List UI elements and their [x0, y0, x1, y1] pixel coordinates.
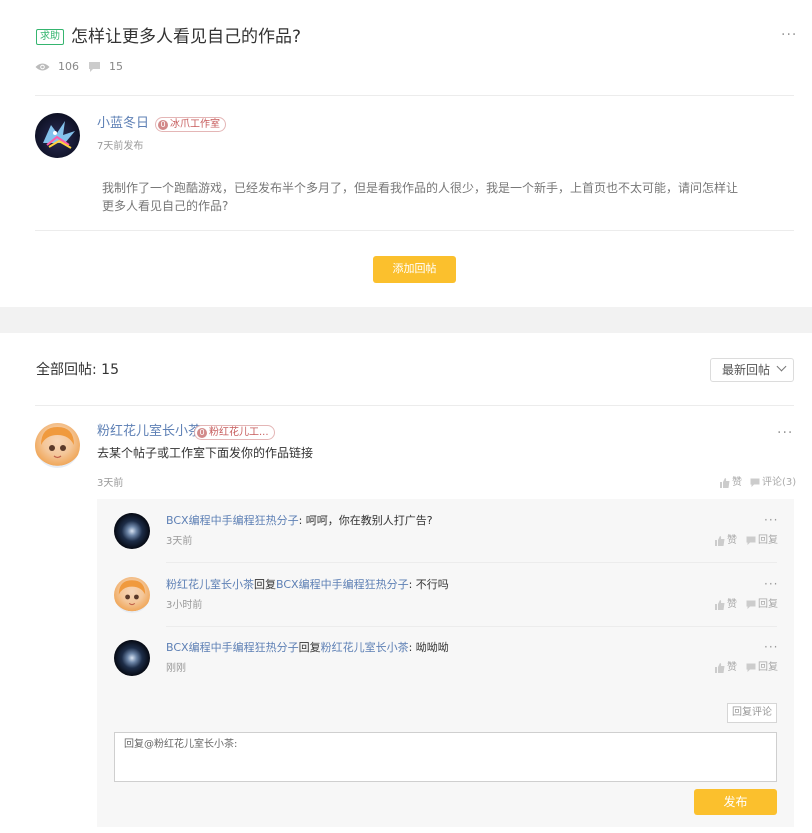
like-button[interactable]: 赞 — [715, 599, 737, 611]
sub-reply-text: 呵呵，你在教别人打广告? — [305, 514, 433, 527]
like-label: 赞 — [727, 599, 737, 610]
reply-avatar[interactable] — [35, 423, 80, 468]
divider — [166, 626, 777, 627]
eye-icon — [35, 63, 50, 70]
divider — [35, 230, 794, 231]
reply-text: 去某个帖子或工作室下面发你的作品链接 — [97, 446, 314, 460]
reply-input[interactable]: 回复@粉红花儿室长小茶: — [114, 732, 777, 782]
studio-level: 0 — [158, 119, 168, 130]
studio-badge[interactable]: 0 冰爪工作室 — [155, 117, 226, 132]
sub-reply-author[interactable]: BCX编程中手编程狂热分子 — [166, 641, 299, 654]
like-label: 赞 — [732, 477, 742, 488]
sort-label: 最新回帖 — [722, 363, 771, 377]
sub-reply-target[interactable]: 粉红花儿室长小茶 — [321, 641, 409, 654]
sub-reply-time: 3天前 — [166, 536, 193, 547]
sub-reply-author[interactable]: BCX编程中手编程狂热分子 — [166, 514, 299, 527]
like-label: 赞 — [727, 662, 737, 673]
thumb-up-icon — [715, 663, 725, 673]
sub-reply-connector: 回复 — [254, 578, 276, 591]
sub-reply-avatar[interactable] — [114, 640, 150, 676]
reply-comment-button[interactable]: 回复评论 — [727, 703, 777, 723]
sub-reply-connector: 回复 — [298, 641, 321, 654]
post-tag: 求助 — [36, 29, 64, 45]
more-dots-icon[interactable]: ··· — [764, 514, 778, 526]
sub-reply-time: 3小时前 — [166, 600, 203, 611]
reply-button[interactable]: 回复 — [746, 535, 778, 547]
reply-label: 回复 — [758, 535, 778, 546]
sub-reply-sep: : — [408, 578, 416, 591]
reply-button[interactable]: 回复 — [746, 599, 778, 611]
sub-reply-text: 不行吗 — [415, 578, 449, 591]
comment-icon — [750, 478, 760, 487]
like-button[interactable]: 赞 — [715, 535, 737, 547]
post-content-line1: 我制作了一个跑酷游戏，已经发布半个多月了，但是看我作品的人很少，我是一个新手，上… — [102, 181, 739, 195]
comments-stat: 15 — [88, 60, 123, 73]
divider — [35, 95, 794, 96]
reply-time: 3天前 — [97, 478, 124, 489]
post-content-line2: 更多人看见自己的作品? — [102, 199, 229, 213]
sort-dropdown[interactable]: 最新回帖 — [710, 358, 794, 382]
views-count: 106 — [58, 60, 79, 73]
post-card: 求助 怎样让更多人看见自己的作品? ··· 106 15 小蓝冬日 0 冰爪工作… — [0, 0, 812, 307]
author-avatar[interactable] — [35, 113, 80, 158]
studio-name: 冰爪工作室 — [170, 119, 220, 130]
comment-icon — [746, 536, 756, 545]
comment-label: 评论(3) — [762, 477, 797, 488]
reply-studio-badge[interactable]: 0 粉红花儿工... — [194, 425, 275, 440]
thumb-up-icon — [715, 536, 725, 546]
reply-label: 回复 — [758, 599, 778, 610]
reply-button[interactable]: 回复 — [746, 662, 778, 674]
sub-reply-target[interactable]: BCX编程中手编程狂热分子 — [276, 578, 409, 591]
studio-level: 0 — [197, 427, 207, 438]
comment-icon — [89, 61, 100, 72]
like-button[interactable]: 赞 — [715, 662, 737, 674]
like-button[interactable]: 赞 — [720, 477, 742, 489]
comment-icon — [746, 663, 756, 672]
more-dots-icon[interactable]: ··· — [777, 426, 793, 440]
more-dots-icon[interactable]: ··· — [764, 578, 778, 590]
more-dots-icon[interactable]: ··· — [764, 641, 778, 653]
divider — [166, 562, 777, 563]
sub-reply-line: 粉红花儿室长小茶回复BCX编程中手编程狂热分子: 不行吗 — [166, 577, 449, 593]
more-dots-icon[interactable]: ··· — [781, 28, 797, 42]
sub-reply-avatar[interactable] — [114, 513, 150, 549]
comment-button[interactable]: 评论(3) — [750, 477, 796, 489]
sub-reply-author[interactable]: 粉红花儿室长小茶 — [166, 578, 254, 591]
studio-name: 粉红花儿工... — [209, 427, 269, 438]
thumb-up-icon — [720, 478, 730, 488]
comment-icon — [746, 600, 756, 609]
comments-count: 15 — [109, 60, 123, 73]
sub-reply-sep: : — [298, 514, 306, 527]
author-name[interactable]: 小蓝冬日 — [97, 115, 149, 133]
sub-reply-time: 刚刚 — [166, 663, 186, 674]
sub-reply-sep: : — [408, 641, 416, 654]
post-time: 7天前发布 — [97, 141, 144, 152]
views-stat: 106 — [35, 60, 79, 73]
thumb-up-icon — [715, 600, 725, 610]
publish-button[interactable]: 发布 — [694, 789, 777, 815]
replies-title: 全部回帖: 15 — [36, 362, 119, 378]
sub-reply-text: 呦呦呦 — [415, 641, 449, 654]
sub-reply-avatar[interactable] — [114, 577, 150, 613]
like-label: 赞 — [727, 535, 737, 546]
sub-reply-line: BCX编程中手编程狂热分子: 呵呵，你在教别人打广告? — [166, 513, 433, 529]
post-title: 怎样让更多人看见自己的作品? — [71, 27, 302, 47]
add-reply-button[interactable]: 添加回帖 — [373, 256, 456, 283]
divider — [35, 405, 794, 406]
reply-author[interactable]: 粉红花儿室长小茶 — [97, 423, 201, 441]
reply-label: 回复 — [758, 662, 778, 673]
sub-reply-line: BCX编程中手编程狂热分子回复粉红花儿室长小茶: 呦呦呦 — [166, 640, 449, 656]
chevron-down-icon — [776, 361, 787, 372]
